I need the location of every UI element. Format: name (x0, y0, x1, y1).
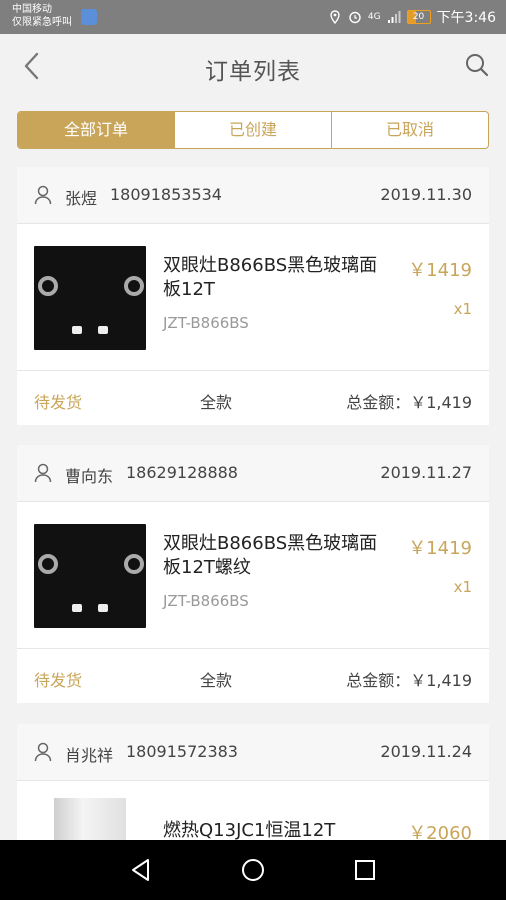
product-name: 燃热Q13JC1恒温12T (163, 820, 336, 840)
product-name: 双眼灶B866BS黑色玻璃面板12T (163, 255, 378, 300)
knob-shape (72, 604, 82, 612)
clock: 下午3:46 (436, 10, 496, 26)
product-sku: JZT-B866BS (163, 592, 249, 610)
screen: 中国移动 仅限紧急呼叫 4G 20 下午3:46 订单列表 全部订单 已创建 已… (0, 0, 506, 900)
network-type-label: 4G (367, 12, 381, 22)
battery-icon: 20 (406, 10, 431, 24)
battery-level: 20 (412, 12, 425, 22)
product-sku: JZT-B866BS (163, 314, 249, 332)
product-image (34, 246, 146, 350)
product-price: ￥1419 (408, 538, 472, 559)
product-price: ￥1419 (408, 260, 472, 281)
knob-shape (72, 326, 82, 334)
order-item[interactable]: 双眼灶B866BS黑色玻璃面板12T螺纹 JZT-B866BS ￥1419 x1 (17, 502, 489, 649)
product-quantity: x1 (453, 578, 472, 596)
order-header: 肖兆祥 18091572383 2019.11.24 (17, 724, 489, 781)
order-footer: 待发货 全款 总金额：￥1,419 (17, 649, 489, 703)
location-icon (330, 10, 340, 24)
burner-shape (124, 554, 144, 574)
home-circle-icon[interactable] (240, 857, 266, 883)
user-icon (34, 742, 52, 762)
carrier-info: 中国移动 仅限紧急呼叫 (12, 3, 72, 29)
stove-image (34, 524, 146, 628)
recents-square-icon[interactable] (352, 857, 378, 883)
burner-shape (38, 554, 58, 574)
page-title: 订单列表 (205, 59, 301, 85)
knob-shape (98, 604, 108, 612)
order-date: 2019.11.24 (380, 742, 472, 761)
customer-name: 肖兆祥 (65, 746, 114, 765)
order-item[interactable]: 双眼灶B866BS黑色玻璃面板12T JZT-B866BS ￥1419 x1 (17, 224, 489, 371)
product-image (34, 798, 146, 840)
product-quantity: x1 (453, 300, 472, 318)
customer-phone: 18629128888 (126, 463, 238, 482)
order-card[interactable]: 张煜 18091853534 2019.11.30 双眼灶B866BS黑色玻璃面… (17, 167, 489, 425)
order-item[interactable]: 燃热Q13JC1恒温12T ￥2060 (17, 781, 489, 840)
product-image (34, 524, 146, 628)
status-badge: 待发货 (34, 393, 83, 412)
status-bar: 中国移动 仅限紧急呼叫 4G 20 下午3:46 (0, 0, 506, 34)
user-icon (34, 185, 52, 205)
app-notification-icon (81, 9, 97, 25)
tab-created[interactable]: 已创建 (174, 112, 331, 148)
back-triangle-icon[interactable] (128, 857, 154, 883)
emergency-only-label: 仅限紧急呼叫 (12, 17, 72, 28)
knob-shape (98, 326, 108, 334)
product-price: ￥2060 (408, 823, 472, 840)
burner-shape (124, 276, 144, 296)
stove-image (34, 246, 146, 350)
customer-phone: 18091572383 (126, 742, 238, 761)
tab-cancelled[interactable]: 已取消 (331, 112, 488, 148)
order-card[interactable]: 肖兆祥 18091572383 2019.11.24 燃热Q13JC1恒温12T… (17, 724, 489, 840)
order-total: 总金额：￥1,419 (346, 393, 472, 412)
status-badge: 待发货 (34, 671, 83, 690)
payment-type: 全款 (200, 671, 233, 690)
tab-all-orders[interactable]: 全部订单 (18, 112, 174, 148)
alarm-icon (349, 11, 361, 24)
search-icon[interactable] (464, 52, 490, 78)
payment-type: 全款 (200, 393, 233, 412)
customer-phone: 18091853534 (110, 185, 222, 204)
status-icons: 4G 20 下午3:46 (328, 7, 496, 27)
signal-icon (387, 11, 401, 23)
product-name: 双眼灶B866BS黑色玻璃面板12T螺纹 (163, 533, 378, 578)
order-date: 2019.11.30 (380, 185, 472, 204)
order-header: 曹向东 18629128888 2019.11.27 (17, 445, 489, 502)
system-navigation-bar (0, 840, 506, 900)
carrier-name: 中国移动 (12, 4, 52, 15)
order-filter-tabs: 全部订单 已创建 已取消 (17, 111, 489, 149)
customer-name: 张煜 (65, 189, 98, 208)
order-date: 2019.11.27 (380, 463, 472, 482)
order-footer: 待发货 全款 总金额：￥1,419 (17, 371, 489, 425)
order-total: 总金额：￥1,419 (346, 671, 472, 690)
burner-shape (38, 276, 58, 296)
order-card[interactable]: 曹向东 18629128888 2019.11.27 双眼灶B866BS黑色玻璃… (17, 445, 489, 703)
customer-name: 曹向东 (65, 467, 114, 486)
navigation-bar: 订单列表 (0, 34, 506, 98)
user-icon (34, 463, 52, 483)
order-header: 张煜 18091853534 2019.11.30 (17, 167, 489, 224)
water-heater-image (54, 798, 126, 840)
